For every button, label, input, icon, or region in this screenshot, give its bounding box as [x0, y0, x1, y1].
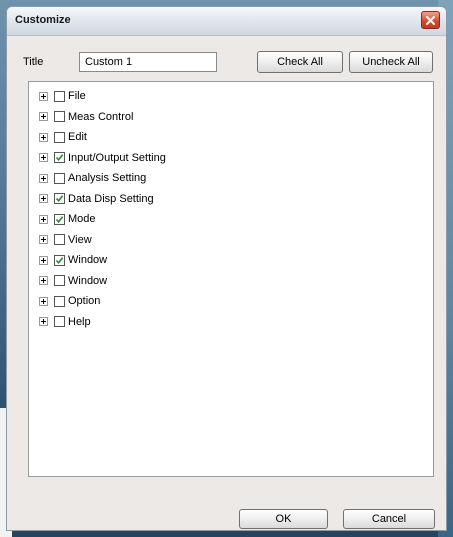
- tree-item-label: File: [68, 90, 86, 103]
- title-input[interactable]: [79, 52, 217, 72]
- tree-item-label: View: [68, 233, 92, 246]
- tree-item-checkbox[interactable]: [54, 90, 65, 102]
- checkmark-icon: [55, 195, 64, 203]
- tree-item-checkbox[interactable]: [54, 152, 65, 164]
- plus-expander-icon[interactable]: [39, 153, 48, 163]
- checkmark-icon: [55, 154, 64, 162]
- dialog-title: Customize: [15, 14, 71, 26]
- tree-item-checkbox[interactable]: [54, 131, 65, 143]
- tree-item[interactable]: Input/Output Setting: [39, 148, 166, 169]
- tree-item[interactable]: Analysis Setting: [39, 168, 166, 189]
- tree-item-checkbox[interactable]: [54, 295, 65, 307]
- tree-item-label: Input/Output Setting: [68, 151, 166, 164]
- tree-item-checkbox[interactable]: [54, 111, 65, 123]
- tree-item[interactable]: Help: [39, 312, 166, 333]
- tree-item[interactable]: Meas Control: [39, 107, 166, 128]
- tree-item-label: Edit: [68, 131, 87, 144]
- ok-button[interactable]: OK: [239, 509, 328, 529]
- plus-expander-icon[interactable]: [39, 173, 48, 183]
- tree-item-label: Analysis Setting: [68, 172, 147, 185]
- tree-item-checkbox[interactable]: [54, 172, 65, 184]
- tree-item[interactable]: Option: [39, 291, 166, 312]
- tree-item-checkbox[interactable]: [54, 254, 65, 266]
- plus-expander-icon[interactable]: [39, 296, 48, 306]
- plus-expander-icon[interactable]: [39, 194, 48, 204]
- plus-expander-icon[interactable]: [39, 214, 48, 224]
- tree-item-checkbox[interactable]: [54, 213, 65, 225]
- menu-tree[interactable]: File Meas Control Edit Input/Output Setting…: [28, 81, 434, 477]
- plus-expander-icon[interactable]: [39, 112, 48, 122]
- close-icon: [426, 15, 435, 25]
- checkmark-icon: [55, 257, 64, 264]
- tree-list: File Meas Control Edit Input/Output Setting…: [39, 86, 166, 332]
- uncheck-all-button[interactable]: Uncheck All: [349, 51, 433, 73]
- tree-item-label: Option: [68, 295, 101, 308]
- plus-expander-icon[interactable]: [39, 317, 48, 327]
- plus-expander-icon[interactable]: [39, 255, 48, 265]
- plus-expander-icon[interactable]: [39, 91, 48, 101]
- tree-item-checkbox[interactable]: [54, 316, 65, 328]
- cancel-button[interactable]: Cancel: [343, 509, 435, 529]
- plus-expander-icon[interactable]: [39, 235, 48, 245]
- tree-item-label: Window: [68, 254, 108, 267]
- tree-item-label: Meas Control: [68, 110, 134, 123]
- tree-item-label: Window: [68, 274, 108, 287]
- tree-item-checkbox[interactable]: [54, 234, 65, 246]
- tree-item-label: Mode: [68, 213, 96, 226]
- title-bar[interactable]: Customize: [7, 7, 446, 36]
- tree-item-label: Data Disp Setting: [68, 192, 154, 205]
- tree-item-label: Help: [68, 315, 91, 328]
- tree-item-checkbox[interactable]: [54, 193, 65, 205]
- tree-item[interactable]: File: [39, 86, 166, 107]
- tree-item[interactable]: Window: [39, 250, 166, 271]
- plus-expander-icon[interactable]: [39, 132, 48, 142]
- tree-item[interactable]: View: [39, 230, 166, 251]
- check-all-button[interactable]: Check All: [257, 51, 343, 73]
- checkmark-icon: [55, 216, 64, 223]
- close-button[interactable]: [421, 11, 440, 29]
- customize-dialog: Customize Title Check All Uncheck All Fi…: [6, 6, 447, 531]
- plus-expander-icon[interactable]: [39, 276, 48, 286]
- tree-item[interactable]: Mode: [39, 209, 166, 230]
- tree-item[interactable]: Window: [39, 271, 166, 292]
- tree-item-checkbox[interactable]: [54, 275, 65, 287]
- tree-item[interactable]: Data Disp Setting: [39, 189, 166, 210]
- title-label: Title: [23, 56, 44, 68]
- tree-item[interactable]: Edit: [39, 127, 166, 148]
